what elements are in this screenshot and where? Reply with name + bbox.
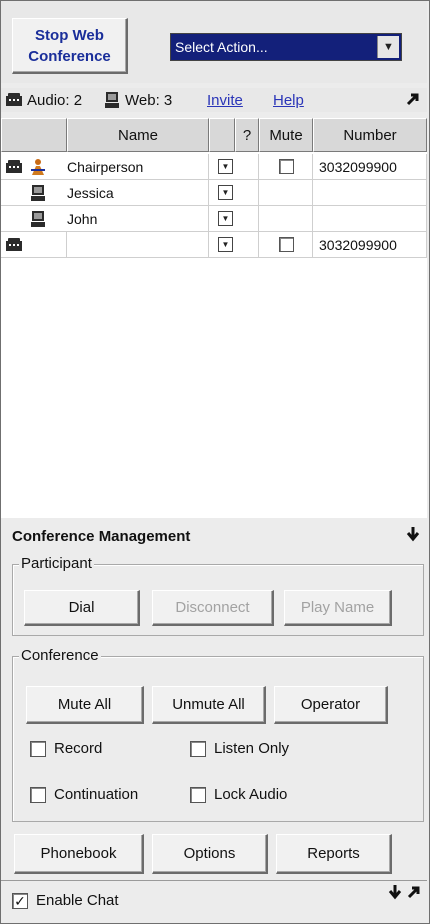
computer-icon bbox=[31, 184, 45, 201]
popout-arrow-icon[interactable] bbox=[405, 91, 421, 107]
row-menu-cell: ▼ bbox=[209, 232, 259, 258]
mute-checkbox[interactable] bbox=[279, 159, 294, 174]
record-option[interactable]: Record bbox=[30, 740, 102, 757]
popout-arrow-icon[interactable] bbox=[406, 884, 422, 900]
phonebook-button[interactable]: Phonebook bbox=[14, 834, 144, 874]
row-mute-cell bbox=[259, 154, 313, 180]
record-checkbox[interactable] bbox=[30, 740, 46, 757]
phone-icon bbox=[6, 93, 22, 106]
continuation-checkbox[interactable] bbox=[30, 786, 46, 803]
phone-icon bbox=[6, 237, 22, 251]
row-menu-dropdown-icon[interactable]: ▼ bbox=[218, 237, 233, 252]
row-name: John bbox=[67, 206, 209, 232]
lock-audio-checkbox[interactable] bbox=[190, 786, 206, 803]
row-name: Jessica bbox=[67, 180, 209, 206]
continuation-option[interactable]: Continuation bbox=[30, 786, 138, 803]
conference-group-label: Conference bbox=[19, 647, 101, 664]
row-icons bbox=[1, 232, 67, 258]
row-number: 3032099900 bbox=[313, 154, 427, 180]
row-name: Chairperson bbox=[67, 154, 209, 180]
row-mute-cell bbox=[259, 180, 313, 206]
table-row[interactable]: ▼ 3032099900 bbox=[1, 232, 427, 258]
row-menu-cell: ▼ bbox=[209, 206, 259, 232]
row-menu-cell: ▼ bbox=[209, 180, 259, 206]
header-question[interactable]: ? bbox=[235, 118, 259, 152]
status-bar: Audio: 2 Web: 3 Invite Help bbox=[1, 88, 427, 112]
enable-chat-checkbox[interactable]: ✓ bbox=[12, 892, 28, 909]
enable-chat-label: Enable Chat bbox=[36, 892, 119, 909]
web-count: Web: 3 bbox=[125, 92, 173, 109]
participant-table: Name ? Mute Number Chairperson ▼ 3032099… bbox=[1, 118, 427, 518]
participant-group-label: Participant bbox=[19, 555, 94, 572]
record-label: Record bbox=[54, 740, 103, 757]
listen-only-option[interactable]: Listen Only bbox=[190, 740, 289, 757]
audio-count: Audio: 2 bbox=[27, 92, 83, 109]
operator-button[interactable]: Operator bbox=[274, 686, 388, 724]
table-row[interactable]: John ▼ bbox=[1, 206, 427, 232]
listen-only-checkbox[interactable] bbox=[190, 740, 206, 757]
header-name[interactable]: Name bbox=[67, 118, 209, 152]
header-number[interactable]: Number bbox=[313, 118, 427, 152]
table-row[interactable]: Chairperson ▼ 3032099900 bbox=[1, 154, 427, 180]
phone-icon bbox=[6, 159, 22, 173]
options-button[interactable]: Options bbox=[152, 834, 268, 874]
stop-web-conference-button[interactable]: Stop Web Conference bbox=[12, 18, 128, 74]
row-menu-dropdown-icon[interactable]: ▼ bbox=[218, 211, 233, 226]
row-number bbox=[313, 180, 427, 206]
stop-button-label-line2: Conference bbox=[28, 47, 111, 65]
table-row[interactable]: Jessica ▼ bbox=[1, 180, 427, 206]
footer-divider bbox=[1, 880, 427, 881]
dial-button[interactable]: Dial bbox=[24, 590, 140, 626]
row-icons bbox=[1, 154, 67, 180]
row-name bbox=[67, 232, 209, 258]
select-action-value: Select Action... bbox=[175, 39, 268, 55]
row-mute-cell bbox=[259, 232, 313, 258]
continuation-label: Continuation bbox=[54, 786, 139, 803]
dropdown-arrow-icon[interactable]: ▼ bbox=[377, 36, 399, 58]
row-menu-dropdown-icon[interactable]: ▼ bbox=[218, 159, 233, 174]
mute-all-button[interactable]: Mute All bbox=[26, 686, 144, 724]
row-menu-cell: ▼ bbox=[209, 154, 259, 180]
pin-icon[interactable] bbox=[386, 884, 404, 902]
table-header: Name ? Mute Number bbox=[1, 118, 427, 152]
invite-link[interactable]: Invite bbox=[207, 92, 243, 109]
header-icon-col[interactable] bbox=[1, 118, 67, 152]
conference-management-title: Conference Management bbox=[12, 528, 191, 545]
enable-chat-option[interactable]: ✓ Enable Chat bbox=[12, 892, 119, 909]
stop-button-label-line1: Stop Web bbox=[35, 26, 104, 44]
help-link[interactable]: Help bbox=[273, 92, 304, 109]
listen-only-label: Listen Only bbox=[214, 740, 290, 757]
row-icons bbox=[1, 206, 67, 232]
row-mute-cell bbox=[259, 206, 313, 232]
row-number bbox=[313, 206, 427, 232]
reports-button[interactable]: Reports bbox=[276, 834, 392, 874]
pin-icon[interactable] bbox=[404, 526, 422, 544]
disconnect-button[interactable]: Disconnect bbox=[152, 590, 274, 626]
row-icons bbox=[1, 180, 67, 206]
header-blank[interactable] bbox=[209, 118, 235, 152]
select-action-dropdown[interactable]: Select Action... ▼ bbox=[170, 33, 402, 61]
computer-icon bbox=[105, 92, 119, 108]
computer-icon bbox=[31, 210, 45, 227]
play-name-button[interactable]: Play Name bbox=[284, 590, 392, 626]
lock-audio-label: Lock Audio bbox=[214, 786, 288, 803]
lock-audio-option[interactable]: Lock Audio bbox=[190, 786, 287, 803]
mute-checkbox[interactable] bbox=[279, 237, 294, 252]
row-menu-dropdown-icon[interactable]: ▼ bbox=[218, 185, 233, 200]
header-mute[interactable]: Mute bbox=[259, 118, 313, 152]
chairperson-icon bbox=[31, 158, 45, 175]
unmute-all-button[interactable]: Unmute All bbox=[152, 686, 266, 724]
row-number: 3032099900 bbox=[313, 232, 427, 258]
